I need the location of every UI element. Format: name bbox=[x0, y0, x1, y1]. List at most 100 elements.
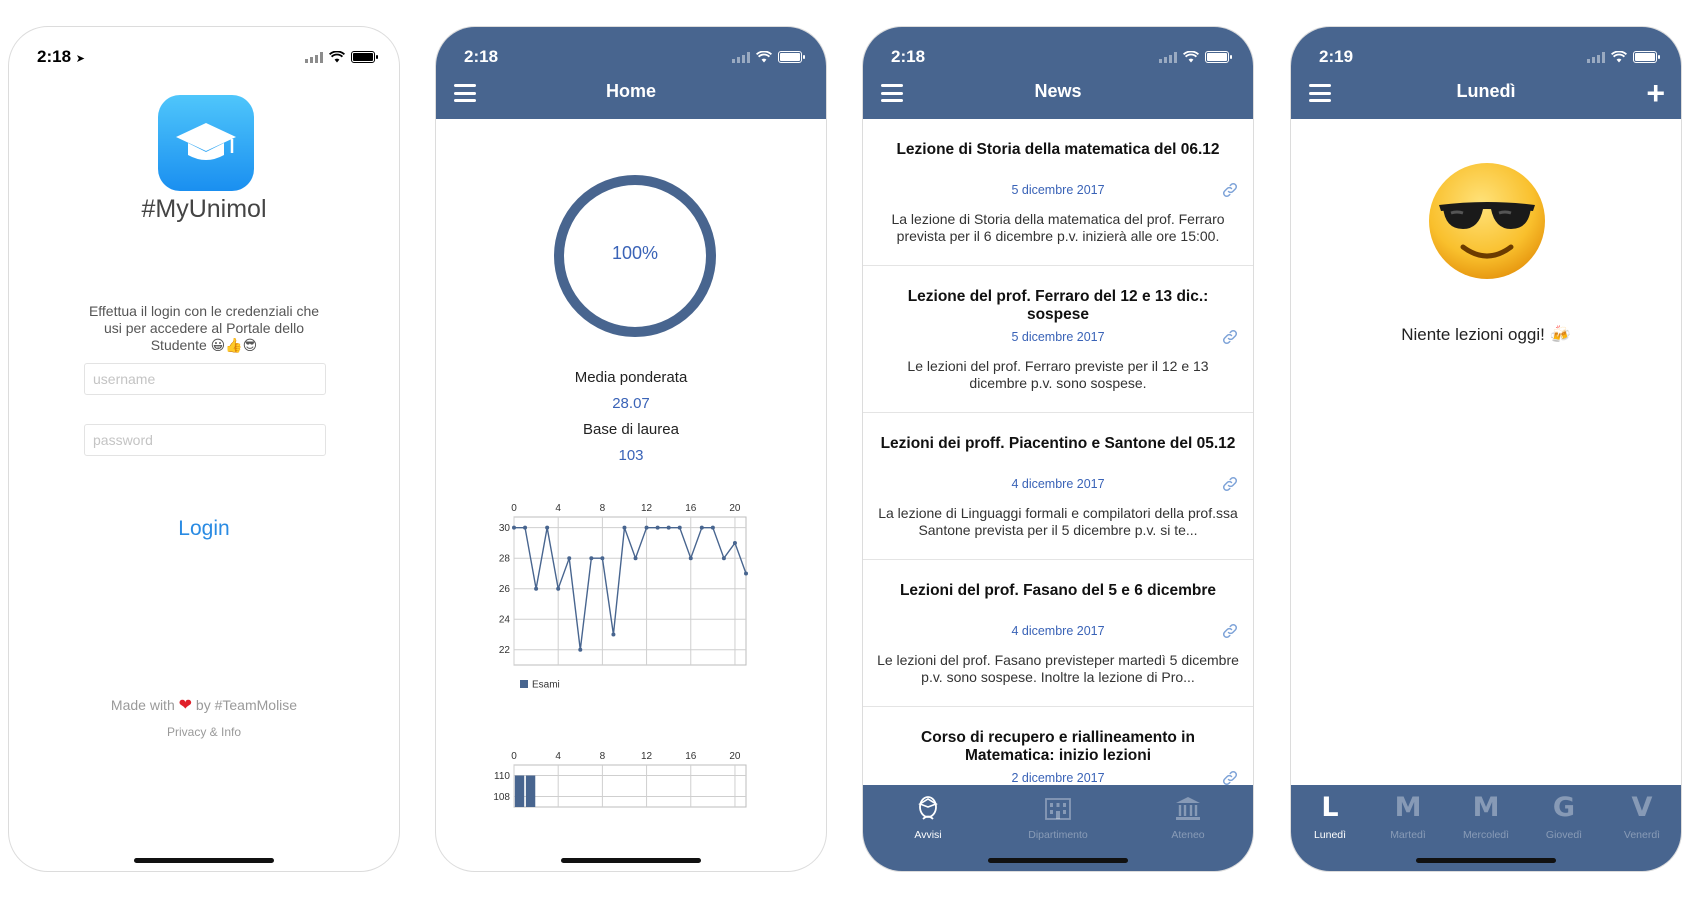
weighted-average-value: 28.07 bbox=[612, 395, 650, 412]
data-point bbox=[567, 556, 572, 561]
building-icon bbox=[1044, 793, 1072, 823]
y-tick-label: 22 bbox=[499, 645, 511, 656]
status-icons bbox=[1159, 51, 1232, 63]
sunglasses-face-icon bbox=[1429, 163, 1545, 279]
data-point bbox=[578, 647, 583, 652]
plot-frame bbox=[513, 764, 747, 808]
news-list[interactable]: Lezione di Storia della matematica del 0… bbox=[863, 119, 1253, 785]
news-title: Corso di recupero e riallineamento in Ma… bbox=[921, 729, 1195, 764]
x-tick-label: 16 bbox=[685, 503, 697, 514]
y-tick-label: 30 bbox=[499, 523, 511, 534]
news-item[interactable]: Lezioni dei proff. Piacentino e Santone … bbox=[863, 413, 1253, 560]
base-bar-chart: 0 4 8 12 16 20 108 110 bbox=[493, 751, 747, 808]
nav-bar: 2:19 Lunedì + bbox=[1291, 27, 1681, 119]
x-tick-label: 0 bbox=[511, 751, 517, 762]
y-tick-label: 110 bbox=[494, 771, 510, 782]
login-button[interactable]: Login bbox=[9, 517, 399, 541]
x-tick-label: 12 bbox=[641, 503, 653, 514]
wifi-icon bbox=[1183, 51, 1199, 63]
news-text: Le lezioni del prof. Ferraro previste pe… bbox=[907, 358, 1209, 391]
heart-icon: ❤ bbox=[178, 697, 193, 714]
data-point bbox=[744, 571, 748, 576]
link-icon[interactable] bbox=[1221, 328, 1239, 346]
data-point bbox=[512, 525, 516, 530]
nav-bar: 2:18 News bbox=[863, 27, 1253, 119]
tab-day[interactable]: V Venerdì bbox=[1603, 785, 1681, 871]
y-tick-label: 108 bbox=[493, 792, 510, 803]
data-point bbox=[666, 525, 671, 530]
home-indicator bbox=[988, 858, 1128, 863]
username-input[interactable] bbox=[84, 363, 326, 395]
news-item[interactable]: Corso di recupero e riallineamento in Ma… bbox=[863, 707, 1253, 785]
page-title: Home bbox=[605, 81, 656, 101]
tab-label: Avvisi bbox=[914, 829, 942, 841]
data-point bbox=[556, 586, 561, 591]
data-point bbox=[523, 525, 528, 530]
weighted-average-label: Media ponderata bbox=[574, 369, 688, 386]
link-icon[interactable] bbox=[1221, 181, 1239, 199]
news-item[interactable]: Lezione di Storia della matematica del 0… bbox=[863, 119, 1253, 266]
day-letter: L bbox=[1321, 792, 1339, 823]
tab-label: Giovedì bbox=[1545, 829, 1583, 841]
x-tick-label: 20 bbox=[729, 503, 741, 514]
wifi-icon bbox=[329, 51, 345, 63]
app-store-screenshots: 2:18 ➤ #MyUnimol Effettua il login con l… bbox=[0, 0, 1686, 906]
home-indicator bbox=[1416, 858, 1556, 863]
legend-swatch bbox=[520, 680, 528, 688]
signal-icon bbox=[1159, 51, 1177, 63]
x-tick-label: 0 bbox=[511, 503, 517, 514]
graduation-base-value: 103 bbox=[618, 447, 644, 464]
status-bar: 2:18 bbox=[863, 27, 1253, 73]
tab-label: Dipartimento bbox=[1028, 829, 1088, 841]
link-icon[interactable] bbox=[1221, 769, 1239, 785]
tab-label: Ateneo bbox=[1171, 829, 1205, 841]
graduation-base-label: Base di laurea bbox=[583, 421, 679, 438]
signal-icon bbox=[305, 51, 323, 63]
status-time: 2:19 bbox=[1319, 47, 1354, 66]
login-instructions: Effettua il login con le credenziali che… bbox=[88, 303, 320, 353]
news-item[interactable]: Lezione del prof. Ferraro del 12 e 13 di… bbox=[863, 266, 1253, 413]
link-icon[interactable] bbox=[1221, 475, 1239, 493]
tab-label: Lunedì bbox=[1313, 829, 1347, 841]
status-icons bbox=[1587, 51, 1660, 63]
status-time: 2:18 bbox=[891, 47, 926, 66]
page-title: News bbox=[1034, 81, 1082, 101]
tab-ateneo[interactable]: Ateneo bbox=[1123, 785, 1253, 871]
news-date: 2 dicembre 2017 bbox=[1011, 771, 1105, 785]
tab-day[interactable]: L Lunedì bbox=[1291, 785, 1369, 871]
y-tick-label: 24 bbox=[499, 615, 511, 626]
x-tick-label: 12 bbox=[641, 751, 653, 762]
student-icon bbox=[917, 793, 939, 823]
news-text: Le lezioni del prof. Fasano previsteper … bbox=[877, 652, 1239, 685]
x-tick-label: 4 bbox=[555, 503, 561, 514]
password-input[interactable] bbox=[84, 424, 326, 456]
privacy-info-link[interactable]: Privacy & Info bbox=[9, 725, 399, 739]
page-title: Lunedì bbox=[1456, 81, 1516, 101]
home-screen: 2:18 Home 100% Media ponderata 28.07 Bas… bbox=[435, 26, 827, 872]
x-tick-label: 8 bbox=[600, 751, 606, 762]
grades-line-chart: 0 4 8 12 16 20 22 24 26 28 30 Esami bbox=[499, 503, 748, 691]
status-icons bbox=[305, 51, 378, 63]
news-date: 4 dicembre 2017 bbox=[1011, 624, 1105, 638]
data-point bbox=[633, 556, 638, 561]
news-text: La lezione di Storia della matematica de… bbox=[891, 211, 1225, 244]
link-icon[interactable] bbox=[1221, 622, 1239, 640]
day-letter: G bbox=[1552, 792, 1576, 823]
graduation-cap-icon bbox=[158, 95, 254, 191]
data-point bbox=[545, 525, 550, 530]
home-indicator bbox=[134, 858, 274, 863]
data-point bbox=[622, 525, 627, 530]
data-point bbox=[710, 525, 715, 530]
add-icon[interactable]: + bbox=[1646, 77, 1665, 109]
news-item[interactable]: Lezioni del prof. Fasano del 5 e 6 dicem… bbox=[863, 560, 1253, 707]
battery-icon bbox=[351, 51, 378, 63]
signal-icon bbox=[1587, 51, 1605, 63]
schedule-screen: 2:19 Lunedì + Niente lezioni oggi! 🍻 L L… bbox=[1290, 26, 1682, 872]
tab-avvisi[interactable]: Avvisi bbox=[863, 785, 993, 871]
nav-bar: 2:18 Home bbox=[436, 27, 826, 119]
home-indicator bbox=[561, 858, 701, 863]
y-tick-label: 26 bbox=[499, 584, 511, 595]
data-point bbox=[677, 525, 682, 530]
app-name: #MyUnimol bbox=[141, 195, 267, 223]
x-tick-label: 4 bbox=[555, 751, 561, 762]
